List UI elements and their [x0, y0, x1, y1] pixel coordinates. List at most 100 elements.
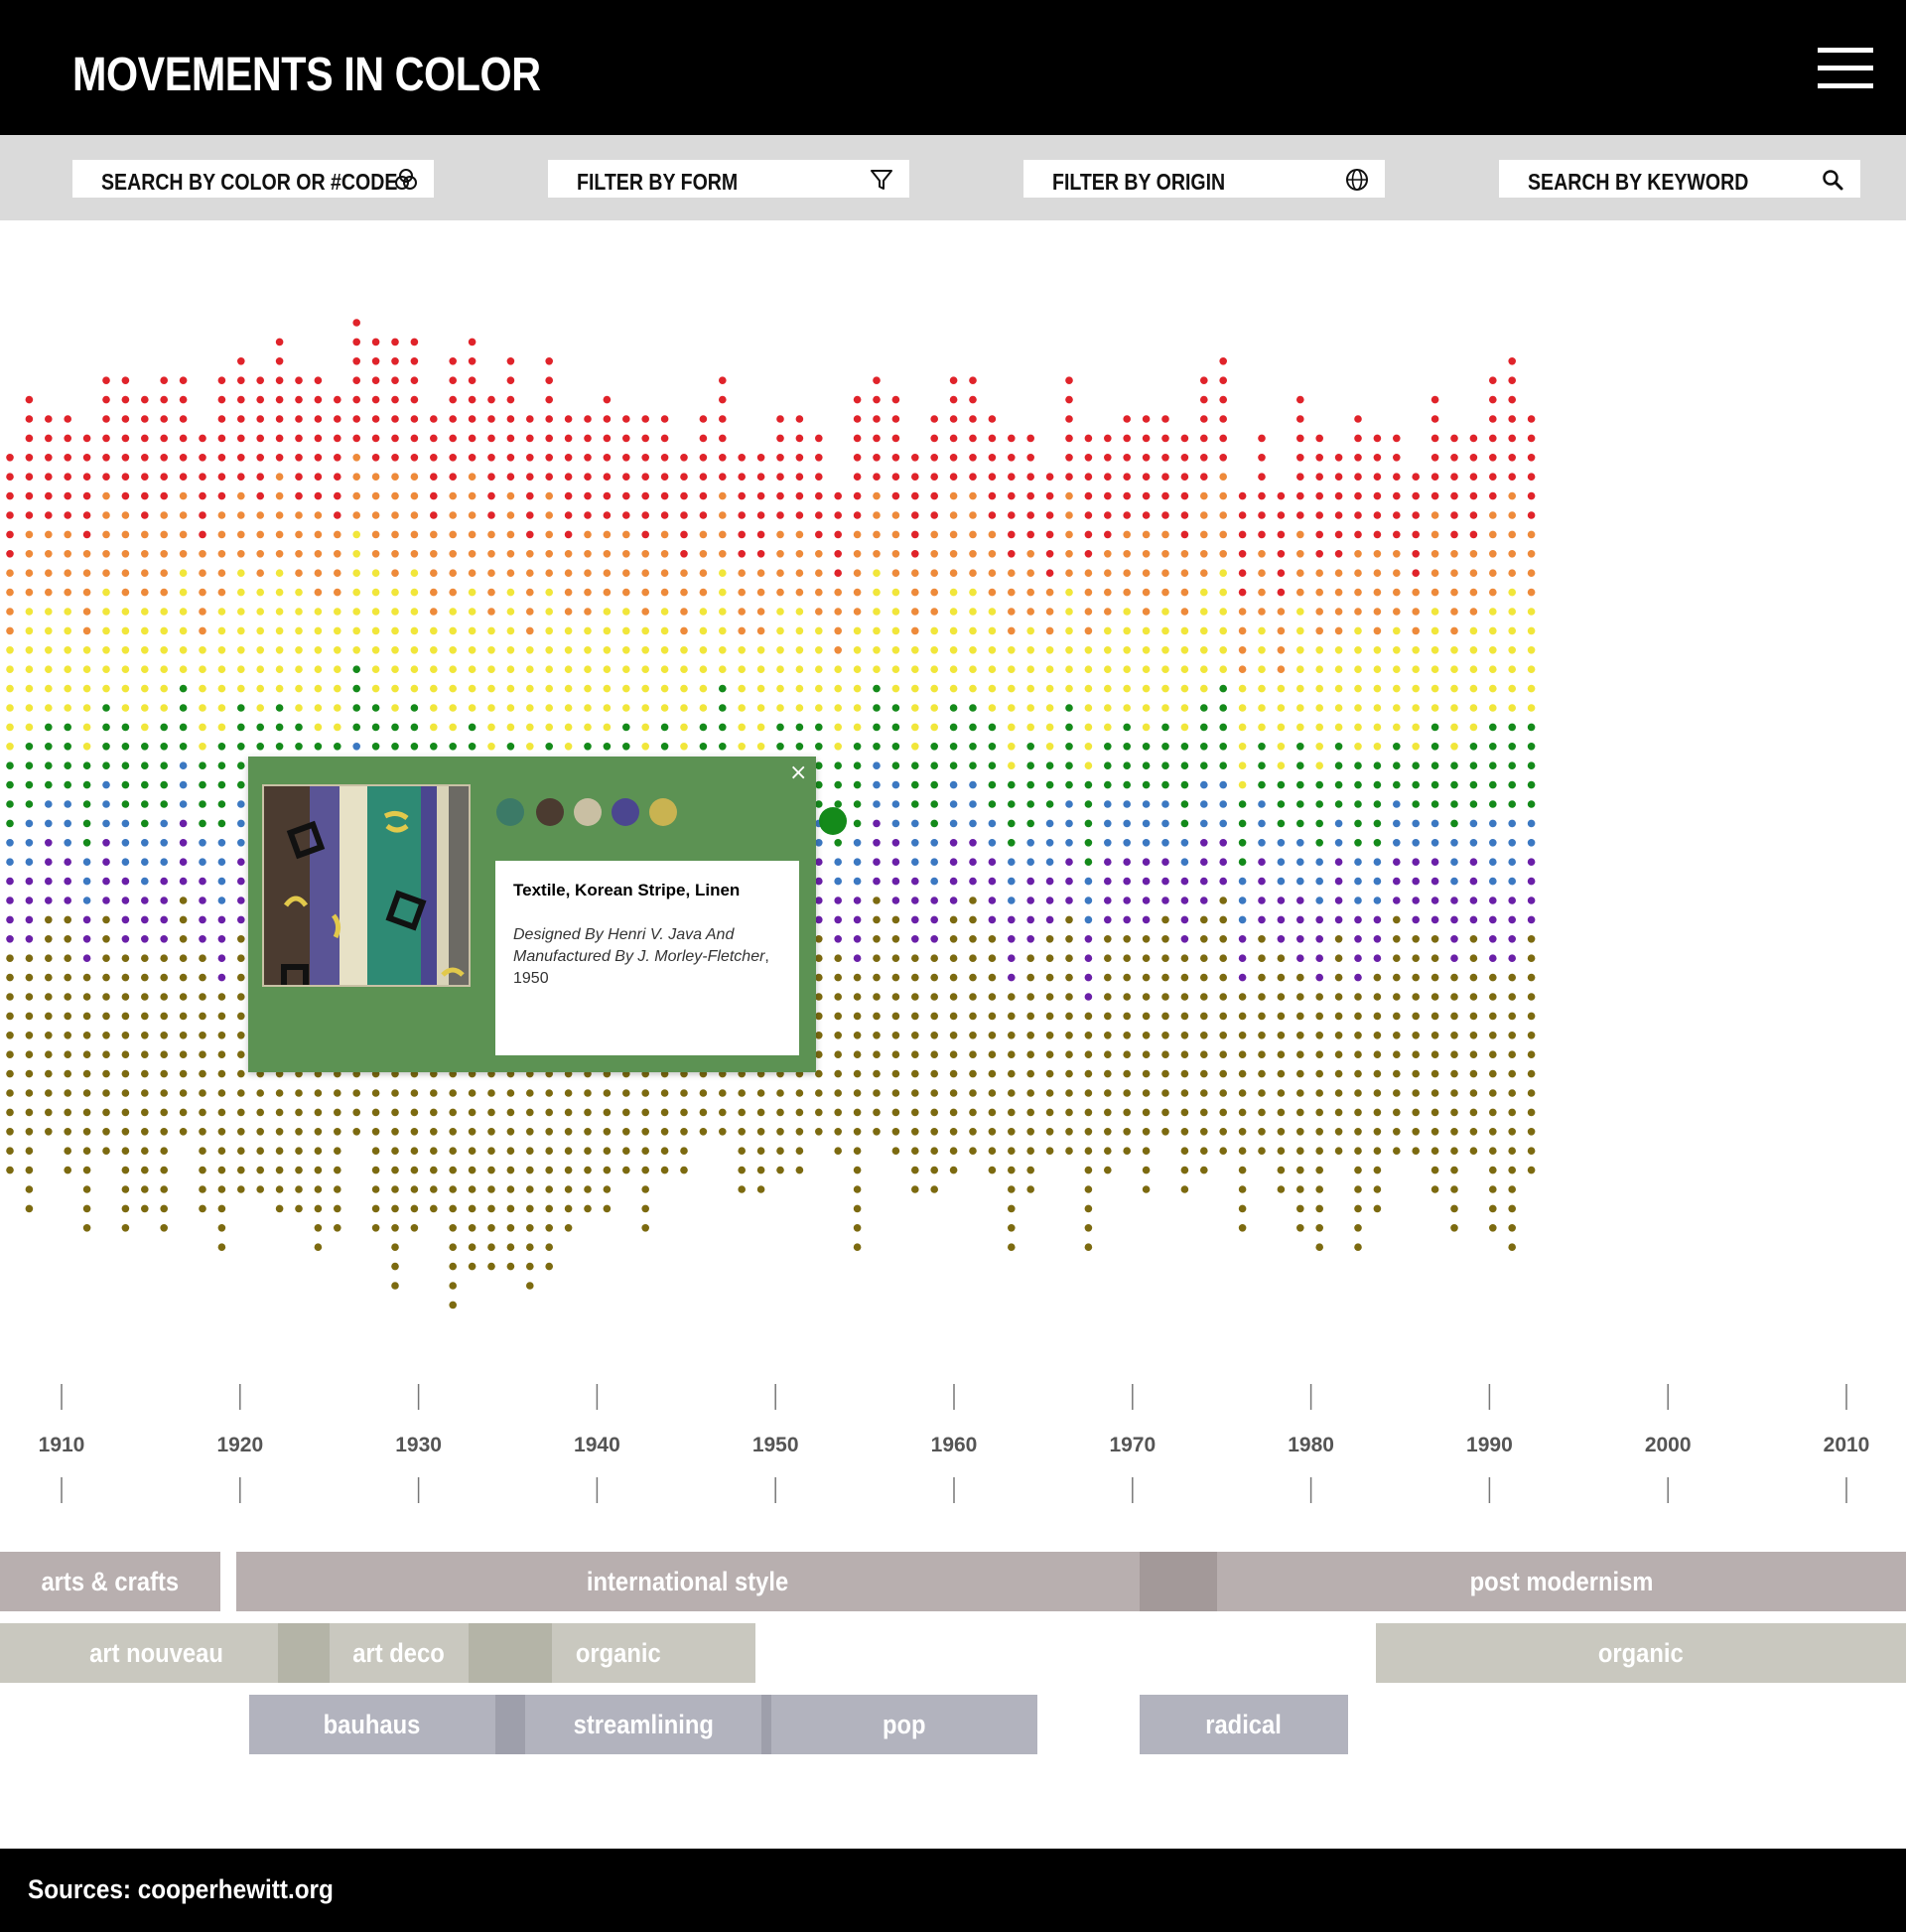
color-dot[interactable] — [1450, 1089, 1458, 1097]
color-dot[interactable] — [352, 434, 361, 443]
color-dot[interactable] — [1084, 1032, 1093, 1039]
color-dot[interactable] — [1123, 588, 1131, 597]
color-dot[interactable] — [603, 1108, 612, 1117]
color-dot[interactable] — [179, 839, 188, 847]
color-dot[interactable] — [1026, 608, 1034, 616]
color-dot[interactable] — [468, 550, 476, 558]
color-dot[interactable] — [6, 1032, 14, 1039]
color-dot[interactable] — [1084, 743, 1093, 751]
color-dot[interactable] — [1045, 761, 1054, 769]
color-dot[interactable] — [834, 993, 842, 1001]
color-dot[interactable] — [1393, 626, 1401, 635]
color-dot[interactable] — [1315, 1147, 1323, 1155]
color-dot[interactable] — [988, 800, 997, 808]
color-dot[interactable] — [988, 1108, 997, 1117]
color-dot[interactable] — [1315, 1224, 1323, 1232]
color-dot[interactable] — [314, 723, 323, 732]
color-dot[interactable] — [141, 491, 149, 500]
color-dot[interactable] — [352, 473, 361, 481]
color-dot[interactable] — [776, 723, 784, 732]
color-dot[interactable] — [1489, 819, 1497, 828]
color-dot[interactable] — [1296, 434, 1304, 443]
color-dot[interactable] — [1180, 897, 1189, 904]
color-dot[interactable] — [853, 1089, 862, 1097]
color-dot[interactable] — [371, 1204, 380, 1213]
color-dot[interactable] — [1430, 1050, 1439, 1058]
color-dot[interactable] — [199, 1108, 206, 1117]
color-dot[interactable] — [141, 1128, 149, 1136]
color-dot[interactable] — [1277, 626, 1286, 635]
color-dot[interactable] — [1354, 434, 1362, 443]
color-dot[interactable] — [1045, 935, 1054, 943]
color-dot[interactable] — [1315, 491, 1323, 500]
color-dot[interactable] — [121, 704, 130, 712]
color-dot[interactable] — [1065, 800, 1073, 808]
color-dot[interactable] — [526, 1147, 534, 1155]
color-dot[interactable] — [160, 915, 168, 924]
color-dot[interactable] — [834, 935, 842, 943]
color-dot[interactable] — [82, 684, 91, 693]
color-dot[interactable] — [873, 588, 881, 597]
color-dot[interactable] — [102, 511, 110, 519]
color-dot[interactable] — [314, 1147, 323, 1155]
color-dot[interactable] — [121, 780, 130, 789]
color-dot[interactable] — [1334, 993, 1343, 1001]
color-dot[interactable] — [1238, 954, 1247, 962]
color-dot[interactable] — [410, 530, 419, 539]
color-dot[interactable] — [795, 434, 804, 443]
color-dot[interactable] — [969, 704, 977, 712]
color-dot[interactable] — [1373, 1108, 1382, 1117]
color-dot[interactable] — [1084, 1166, 1093, 1174]
color-dot[interactable] — [6, 1050, 14, 1058]
color-dot[interactable] — [199, 897, 206, 904]
color-dot[interactable] — [776, 1108, 784, 1117]
color-dot[interactable] — [217, 530, 226, 539]
color-dot[interactable] — [121, 684, 130, 693]
color-dot[interactable] — [160, 454, 168, 462]
color-dot[interactable] — [487, 1128, 495, 1136]
color-dot[interactable] — [969, 800, 977, 808]
color-dot[interactable] — [1489, 491, 1497, 500]
color-dot[interactable] — [1315, 1204, 1323, 1213]
color-dot[interactable] — [1277, 1108, 1286, 1117]
color-dot[interactable] — [911, 973, 919, 982]
color-dot[interactable] — [738, 665, 746, 673]
color-dot[interactable] — [1334, 588, 1343, 597]
color-dot[interactable] — [988, 511, 997, 519]
color-dot[interactable] — [930, 1050, 938, 1058]
color-dot[interactable] — [526, 1224, 534, 1232]
color-dot[interactable] — [217, 1128, 226, 1136]
color-dot[interactable] — [506, 684, 515, 693]
color-dot[interactable] — [237, 1089, 245, 1097]
color-dot[interactable] — [1008, 800, 1016, 808]
color-dot[interactable] — [1008, 743, 1016, 751]
color-dot[interactable] — [1200, 819, 1208, 828]
color-dot[interactable] — [584, 1166, 592, 1174]
color-dot[interactable] — [487, 454, 495, 462]
color-dot[interactable] — [1489, 743, 1497, 751]
color-dot[interactable] — [1258, 993, 1266, 1001]
color-dot[interactable] — [815, 588, 823, 597]
color-dot[interactable] — [102, 1032, 110, 1039]
color-dot[interactable] — [1219, 530, 1227, 539]
color-dot[interactable] — [102, 954, 110, 962]
color-dot[interactable] — [1393, 569, 1401, 577]
color-dot[interactable] — [622, 550, 630, 558]
color-dot[interactable] — [1045, 1032, 1054, 1039]
color-dot[interactable] — [1008, 491, 1016, 500]
color-dot[interactable] — [295, 588, 303, 597]
color-dot[interactable] — [891, 684, 900, 693]
color-dot[interactable] — [82, 530, 91, 539]
color-dot[interactable] — [1412, 780, 1420, 789]
color-dot[interactable] — [237, 473, 245, 481]
color-dot[interactable] — [275, 1128, 284, 1136]
color-dot[interactable] — [1026, 434, 1034, 443]
movement-arts-crafts[interactable]: arts & crafts — [0, 1552, 220, 1611]
color-dot[interactable] — [1180, 993, 1189, 1001]
color-dot[interactable] — [275, 434, 284, 443]
color-dot[interactable] — [1508, 1147, 1516, 1155]
color-dot[interactable] — [1315, 1128, 1323, 1136]
color-dot[interactable] — [371, 1128, 380, 1136]
color-dot[interactable] — [1334, 626, 1343, 635]
color-dot[interactable] — [776, 665, 784, 673]
